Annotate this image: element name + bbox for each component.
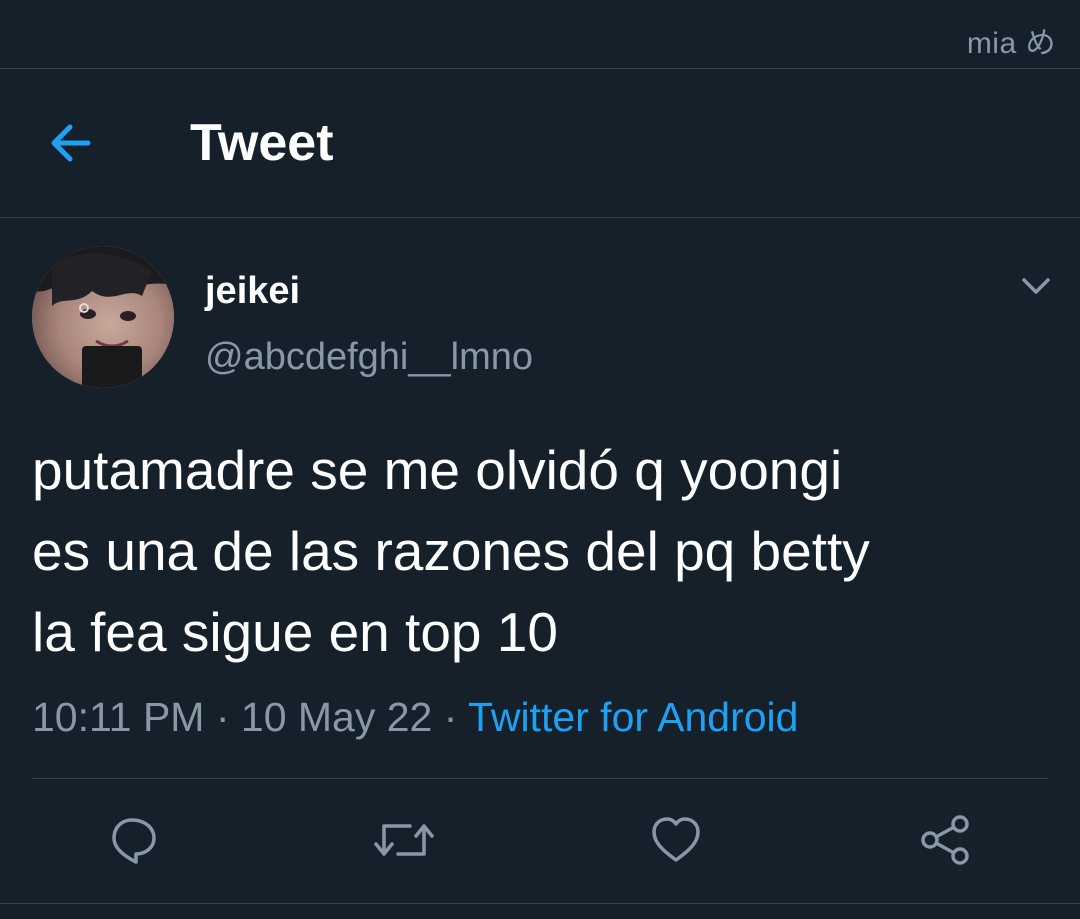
tweet-actions	[0, 780, 1080, 900]
avatar-image	[32, 246, 174, 388]
retweet-icon	[374, 824, 434, 856]
arrow-left-icon	[51, 124, 91, 162]
page-title: Tweet	[190, 114, 334, 172]
divider	[32, 778, 1048, 779]
divider	[0, 903, 1080, 904]
tweet-meta: 10:11 PM · 10 May 22 · Twitter for Andro…	[32, 694, 798, 741]
chevron-down-icon	[1022, 278, 1050, 294]
avatar[interactable]	[32, 246, 174, 388]
watermark-text: mia め	[966, 27, 1056, 60]
like-button[interactable]	[648, 812, 704, 868]
tweet-source-link[interactable]: Twitter for Android	[468, 694, 798, 740]
back-button[interactable]	[44, 115, 104, 171]
meta-separator: ·	[204, 694, 241, 740]
retweet-button[interactable]	[372, 812, 434, 868]
author-display-name[interactable]: jeikei	[205, 270, 300, 313]
app-header: Tweet	[0, 69, 1080, 218]
meta-separator: ·	[432, 694, 469, 740]
tweet-text: putamadre se me olvidó q yoongi es una d…	[32, 439, 870, 663]
top-bar: mia め	[0, 0, 1080, 69]
reply-icon	[112, 818, 156, 864]
share-button[interactable]	[918, 812, 974, 868]
heart-icon	[652, 817, 700, 862]
reply-button[interactable]	[106, 812, 162, 868]
tweet-options-button[interactable]	[1016, 268, 1056, 304]
share-icon	[921, 815, 969, 865]
tweet-time: 10:11 PM	[32, 694, 205, 740]
tweet-date: 10 May 22	[240, 694, 433, 740]
author-handle[interactable]: @abcdefghi__lmno	[205, 336, 533, 379]
